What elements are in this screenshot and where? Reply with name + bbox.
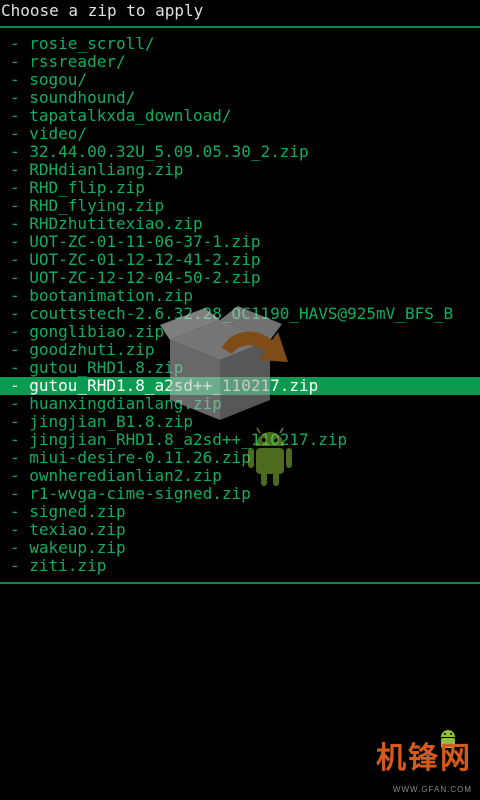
file-item[interactable]: - rssreader/ bbox=[0, 53, 480, 71]
file-item[interactable]: - ownheredianlian2.zip bbox=[0, 467, 480, 485]
file-list: - rosie_scroll/- rssreader/- sogou/- sou… bbox=[0, 35, 480, 575]
file-item[interactable]: - UOT-ZC-12-12-04-50-2.zip bbox=[0, 269, 480, 287]
file-item[interactable]: - 32.44.00.32U_5.09.05.30_2.zip bbox=[0, 143, 480, 161]
file-item[interactable]: - wakeup.zip bbox=[0, 539, 480, 557]
file-item[interactable]: - RHDzhutitexiao.zip bbox=[0, 215, 480, 233]
file-item[interactable]: - r1-wvga-cime-signed.zip bbox=[0, 485, 480, 503]
file-item[interactable]: - texiao.zip bbox=[0, 521, 480, 539]
file-item[interactable]: - UOT-ZC-01-12-12-41-2.zip bbox=[0, 251, 480, 269]
watermark: 机锋网 WWW.GFAN.COM bbox=[352, 730, 472, 794]
file-item[interactable]: - huanxingdianlang.zip bbox=[0, 395, 480, 413]
file-item[interactable]: - sogou/ bbox=[0, 71, 480, 89]
file-item[interactable]: - RDHdianliang.zip bbox=[0, 161, 480, 179]
file-item[interactable]: - RHD_flying.zip bbox=[0, 197, 480, 215]
file-item[interactable]: - goodzhuti.zip bbox=[0, 341, 480, 359]
file-item[interactable]: - bootanimation.zip bbox=[0, 287, 480, 305]
file-item[interactable]: - ziti.zip bbox=[0, 557, 480, 575]
title-divider bbox=[0, 26, 480, 28]
file-item[interactable]: - tapatalkxda_download/ bbox=[0, 107, 480, 125]
watermark-url: WWW.GFAN.COM bbox=[392, 785, 472, 794]
page-title: Choose a zip to apply bbox=[1, 1, 204, 20]
list-bottom-divider bbox=[0, 582, 480, 584]
file-item[interactable]: - RHD_flip.zip bbox=[0, 179, 480, 197]
watermark-logo: 机锋网 bbox=[376, 741, 472, 776]
file-item[interactable]: - gutou_RHD1.8.zip bbox=[0, 359, 480, 377]
file-item[interactable]: - miui-desire-0.11.26.zip bbox=[0, 449, 480, 467]
file-item-selected[interactable]: - gutou_RHD1.8_a2sd++_110217.zip bbox=[0, 377, 480, 395]
file-item[interactable]: - jingjian_B1.8.zip bbox=[0, 413, 480, 431]
file-item[interactable]: - couttstech-2.6.32.28_OC1190_HAVS@925mV… bbox=[0, 305, 480, 323]
file-item[interactable]: - rosie_scroll/ bbox=[0, 35, 480, 53]
file-item[interactable]: - soundhound/ bbox=[0, 89, 480, 107]
file-item[interactable]: - signed.zip bbox=[0, 503, 480, 521]
file-item[interactable]: - jingjian_RHD1.8_a2sd++_110217.zip bbox=[0, 431, 480, 449]
file-item[interactable]: - UOT-ZC-01-11-06-37-1.zip bbox=[0, 233, 480, 251]
file-item[interactable]: - video/ bbox=[0, 125, 480, 143]
file-item[interactable]: - gonglibiao.zip bbox=[0, 323, 480, 341]
